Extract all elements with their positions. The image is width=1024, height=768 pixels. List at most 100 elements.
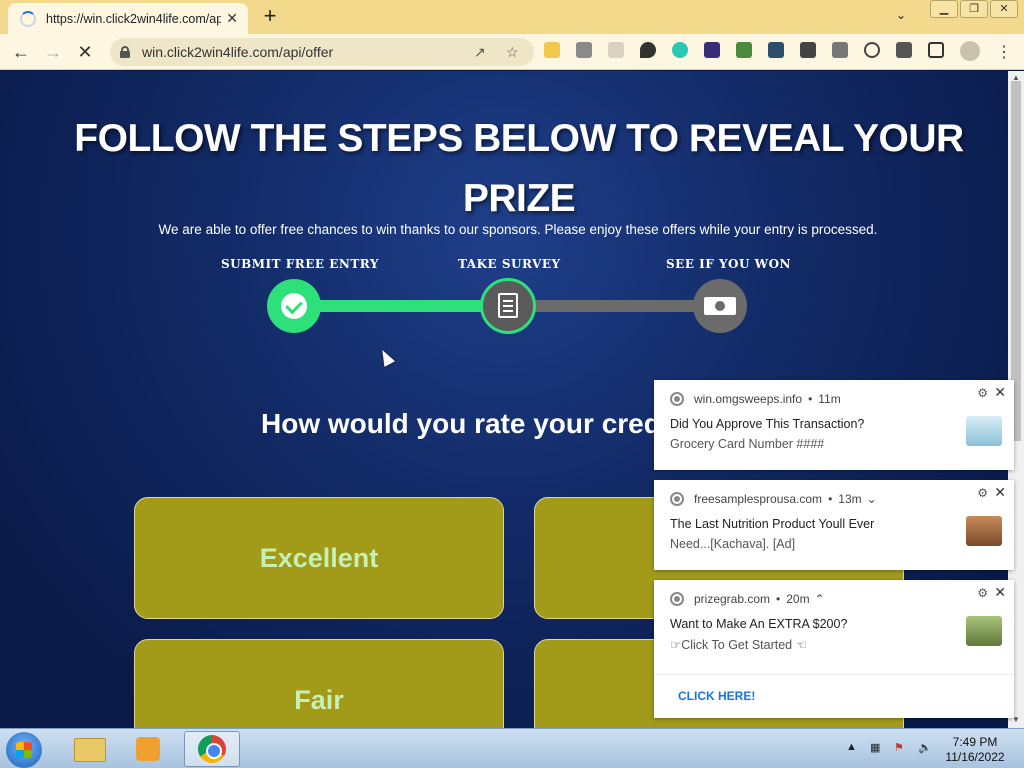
extension-icon-3[interactable]	[736, 42, 752, 58]
notification-title: The Last Nutrition Product Youll Ever	[670, 517, 875, 531]
zoom-icon[interactable]	[864, 42, 880, 58]
close-icon[interactable]: ✕	[994, 584, 1006, 601]
puzzle-extensions-icon[interactable]	[896, 42, 912, 58]
extension-icon-6[interactable]	[832, 42, 848, 58]
window-controls: ▁ ❐ ✕	[928, 0, 1018, 18]
extension-b-icon[interactable]	[576, 42, 592, 58]
money-bill-icon	[704, 297, 736, 315]
clock-time: 7:49 PM	[952, 735, 998, 749]
notification-body: ☞Click To Get Started ☜	[670, 638, 807, 652]
gear-icon[interactable]: ⚙	[977, 486, 988, 500]
extension-icon-5[interactable]	[800, 42, 816, 58]
gear-icon[interactable]: ⚙	[977, 386, 988, 400]
media-player-icon[interactable]	[122, 731, 178, 767]
menu-kebab-icon[interactable]: ⋮	[996, 42, 1012, 62]
stop-loading-icon[interactable]: ✕	[74, 42, 96, 64]
collapse-chevron-icon[interactable]: ⌃	[815, 592, 825, 606]
start-button[interactable]	[6, 732, 42, 768]
notification-image	[966, 516, 1002, 546]
browser-tab[interactable]: https://win.click2win4life.com/ap ✕	[8, 3, 248, 34]
extension-icon-4[interactable]	[768, 42, 784, 58]
option-fair-button[interactable]: Fair	[134, 639, 504, 728]
share-icon[interactable]: ↗	[474, 44, 486, 61]
file-explorer-icon[interactable]	[64, 731, 120, 767]
step-survey-circle	[480, 278, 536, 334]
step-won-circle	[693, 279, 747, 333]
progress-track-pending	[508, 300, 720, 312]
notification-image	[966, 616, 1002, 646]
extension-icon-2[interactable]	[704, 42, 720, 58]
action-center-flag-icon[interactable]: ⚑	[894, 741, 910, 755]
lock-icon	[120, 46, 130, 58]
notification-source: freesamplesprousa.com	[694, 492, 823, 506]
forward-arrow-icon[interactable]: →	[42, 42, 64, 64]
loading-spinner-icon	[20, 10, 36, 27]
notification-source: win.omgsweeps.info	[694, 392, 803, 406]
step-label-submit: SUBMIT FREE ENTRY	[221, 257, 379, 271]
address-bar[interactable]: win.click2win4life.com/api/offer ↗ ☆	[110, 38, 534, 66]
notification-card[interactable]: freesamplesprousa.com • 13m ⌄ ⚙ ✕ The La…	[654, 480, 1014, 570]
step-label-won: SEE IF YOU WON	[666, 257, 792, 271]
notification-image	[966, 416, 1002, 446]
option-excellent-button[interactable]: Excellent	[134, 497, 504, 619]
separator-dot: •	[828, 492, 833, 506]
back-arrow-icon[interactable]: ←	[10, 42, 32, 64]
notification-title: Want to Make An EXTRA $200?	[670, 617, 848, 631]
network-icon[interactable]: ▦	[870, 741, 886, 755]
separator-dot: •	[776, 592, 781, 606]
page-headline: FOLLOW THE STEPS BELOW TO REVEAL YOUR PR…	[74, 117, 964, 220]
notification-source: prizegrab.com	[694, 592, 771, 606]
extension-icon[interactable]	[544, 42, 560, 58]
step-submit-circle	[267, 279, 321, 333]
expand-chevron-icon[interactable]: ⌄	[867, 492, 877, 506]
chrome-icon	[670, 592, 684, 606]
location-pin-icon[interactable]	[640, 42, 656, 58]
minimize-button[interactable]: ▁	[930, 0, 958, 18]
profile-avatar[interactable]	[960, 41, 980, 61]
gear-icon[interactable]: ⚙	[977, 586, 988, 600]
document-icon	[498, 293, 518, 318]
notification-time: 11m	[818, 392, 841, 406]
survey-question: How would you rate your cred	[261, 408, 661, 439]
extension-s-icon[interactable]	[608, 42, 624, 58]
notification-body: Need...[Kachava]. [Ad]	[670, 537, 796, 551]
show-hidden-icons-icon[interactable]: ▲	[846, 741, 862, 755]
notification-body: Grocery Card Number ####	[670, 437, 825, 451]
tab-close-icon[interactable]: ✕	[226, 10, 238, 27]
tab-search-chevron-icon[interactable]: ⌄	[896, 8, 906, 22]
page-subline: We are able to offer free chances to win…	[158, 222, 878, 237]
system-tray: ▲ ▦ ⚑ 🔈	[846, 741, 942, 755]
mouse-cursor-icon	[376, 347, 396, 367]
bookmark-star-icon[interactable]: ☆	[506, 44, 519, 61]
checkmark-icon	[281, 293, 307, 319]
progress-track-complete	[294, 300, 508, 312]
extension-c-icon[interactable]	[672, 42, 688, 58]
chrome-icon	[670, 392, 684, 406]
notification-card[interactable]: prizegrab.com • 20m ⌃ ⚙ ✕ Want to Make A…	[654, 580, 1014, 718]
chrome-taskbar-icon[interactable]	[184, 731, 240, 767]
separator-dot: •	[808, 392, 813, 406]
restore-button[interactable]: ❐	[960, 0, 988, 18]
extensions-row	[544, 42, 960, 58]
url-text: win.click2win4life.com/api/offer	[142, 44, 334, 60]
system-clock[interactable]: 7:49 PM 11/16/2022	[942, 735, 1008, 765]
volume-icon[interactable]: 🔈	[918, 741, 934, 755]
new-tab-button[interactable]: +	[258, 4, 282, 28]
side-panel-icon[interactable]	[928, 42, 944, 58]
close-window-button[interactable]: ✕	[990, 0, 1018, 18]
close-icon[interactable]: ✕	[994, 484, 1006, 501]
browser-toolbar: ← → ✕ win.click2win4life.com/api/offer ↗…	[0, 34, 1024, 70]
notification-header: freesamplesprousa.com • 13m ⌄	[670, 492, 877, 506]
clock-date: 11/16/2022	[945, 750, 1005, 764]
step-label-survey: TAKE SURVEY	[458, 257, 561, 271]
chrome-icon	[670, 492, 684, 506]
close-icon[interactable]: ✕	[994, 384, 1006, 401]
notification-title: Did You Approve This Transaction?	[670, 417, 865, 431]
notification-time: 20m	[786, 592, 810, 606]
notification-card[interactable]: win.omgsweeps.info • 11m ⚙ ✕ Did You App…	[654, 380, 1014, 470]
tab-title: https://win.click2win4life.com/ap	[46, 11, 221, 26]
notification-time: 13m	[838, 492, 862, 506]
tab-strip: https://win.click2win4life.com/ap ✕ + ⌄ …	[0, 0, 1024, 34]
notification-header: prizegrab.com • 20m ⌃	[670, 592, 825, 606]
click-here-button[interactable]: CLICK HERE!	[654, 674, 1014, 718]
